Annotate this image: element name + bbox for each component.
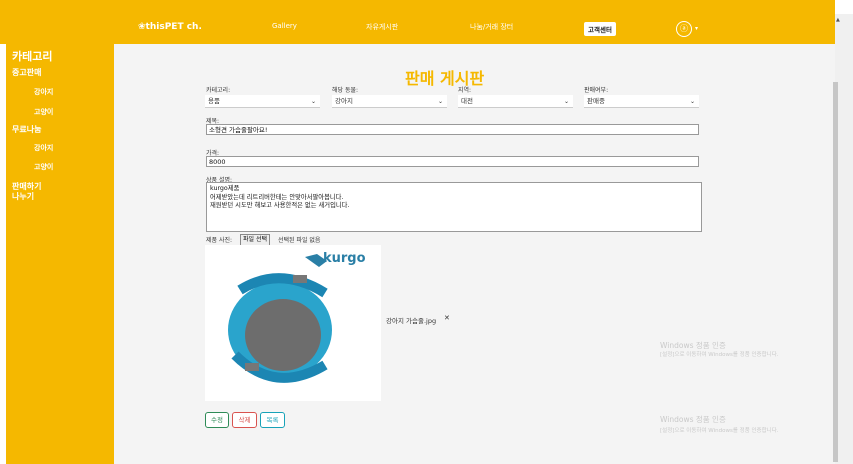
activation-watermark-sub: [설정]으로 이동하여 Windows를 정품 인증합니다. bbox=[660, 428, 779, 434]
chevron-down-icon: ⌄ bbox=[437, 98, 443, 105]
buckle bbox=[245, 363, 259, 371]
sidebar-item-used[interactable]: 중고판매 bbox=[12, 67, 41, 78]
sidebar-item-free-cat[interactable]: 고양이 bbox=[34, 162, 53, 172]
region-select[interactable]: 대전 ⌄ bbox=[458, 95, 573, 108]
kurgo-logo-text: kurgo bbox=[323, 251, 366, 266]
paw-icon: ❀ bbox=[138, 22, 146, 32]
edit-button[interactable]: 수정 bbox=[205, 412, 229, 428]
activation-watermark-title: Windows 정품 인증 bbox=[660, 415, 726, 424]
price-input[interactable]: 8000 bbox=[206, 156, 699, 167]
buckle bbox=[293, 275, 307, 283]
status-label: 판매여부: bbox=[584, 87, 609, 94]
page-title: 판매 게시판 bbox=[405, 69, 485, 88]
region-select-value: 대전 bbox=[461, 97, 473, 105]
harness-image: kurgo bbox=[228, 251, 366, 383]
sidebar: 카테고리 중고판매 강아지 고양이 무료나눔 강아지 고양이 판매하기 나누기 bbox=[6, 44, 114, 464]
description-line: 재원받던 시도만 해보고 사용한적은 없는 새거입니다. bbox=[210, 202, 350, 209]
category-label: 카테고리: bbox=[206, 87, 231, 94]
subject-input[interactable]: 소형견 가슴줄팔아요! bbox=[206, 124, 699, 135]
remove-file-icon[interactable]: ✕ bbox=[444, 314, 450, 322]
description-textarea[interactable]: kurgo제품 어제받았는데 리트리버한테는 안맞아서팔아봅니다. 재원받던 시… bbox=[206, 182, 702, 232]
description-line: 어제받았는데 리트리버한테는 안맞아서팔아봅니다. bbox=[210, 193, 344, 201]
harness-mesh bbox=[245, 299, 321, 371]
sidebar-item-used-dog[interactable]: 강아지 bbox=[34, 87, 53, 97]
animal-select-value: 강아지 bbox=[335, 97, 353, 105]
sidebar-item-free[interactable]: 무료나눔 bbox=[12, 124, 41, 135]
nav-customer-center[interactable]: 고객센터 bbox=[584, 22, 616, 36]
uploaded-file-name: 강아지 가슴줄.jpg bbox=[386, 317, 437, 325]
top-navbar bbox=[0, 0, 835, 44]
photo-label: 제품 사진: bbox=[206, 237, 233, 244]
category-select-value: 용품 bbox=[208, 97, 220, 105]
category-select[interactable]: 용품 ⌄ bbox=[205, 95, 320, 108]
scrollbar-thumb[interactable] bbox=[833, 82, 838, 462]
nav-gallery[interactable]: Gallery bbox=[272, 22, 297, 38]
user-avatar-icon[interactable]: ⓐ bbox=[676, 21, 692, 37]
animal-label: 해당 동물: bbox=[332, 87, 359, 94]
delete-button[interactable]: 삭제 bbox=[232, 412, 257, 428]
activation-watermark-sub: [설정]으로 이동하여 Windows를 정품 인증합니다. bbox=[660, 352, 779, 358]
region-label: 지역: bbox=[458, 87, 472, 94]
product-photo: kurgo bbox=[205, 245, 381, 401]
sidebar-item-used-cat[interactable]: 고양이 bbox=[34, 107, 53, 117]
sidebar-item-share[interactable]: 나누기 bbox=[12, 191, 34, 202]
status-select-value: 판매중 bbox=[587, 97, 605, 105]
chevron-down-icon: ⌄ bbox=[689, 98, 695, 105]
description-line: kurgo제품 bbox=[210, 185, 240, 192]
nav-market[interactable]: 나눔/거래 장터 bbox=[470, 22, 513, 38]
scroll-up-icon[interactable]: ▲ bbox=[836, 17, 840, 23]
sidebar-heading-category: 카테고리 bbox=[12, 50, 53, 63]
file-status: 선택된 파일 없음 bbox=[278, 237, 321, 244]
status-select[interactable]: 판매중 ⌄ bbox=[584, 95, 699, 108]
nav-free-board[interactable]: 자유게시판 bbox=[366, 22, 398, 38]
sidebar-item-free-dog[interactable]: 강아지 bbox=[34, 143, 53, 153]
list-button[interactable]: 목록 bbox=[260, 412, 285, 428]
chevron-down-icon: ⌄ bbox=[310, 98, 316, 105]
chevron-down-icon[interactable]: ▾ bbox=[695, 25, 698, 32]
brand-name: thisPET ch. bbox=[145, 22, 202, 32]
animal-select[interactable]: 강아지 ⌄ bbox=[332, 95, 447, 108]
chevron-down-icon: ⌄ bbox=[563, 98, 569, 105]
brand-logo[interactable]: ❀thisPET ch. bbox=[138, 22, 202, 38]
